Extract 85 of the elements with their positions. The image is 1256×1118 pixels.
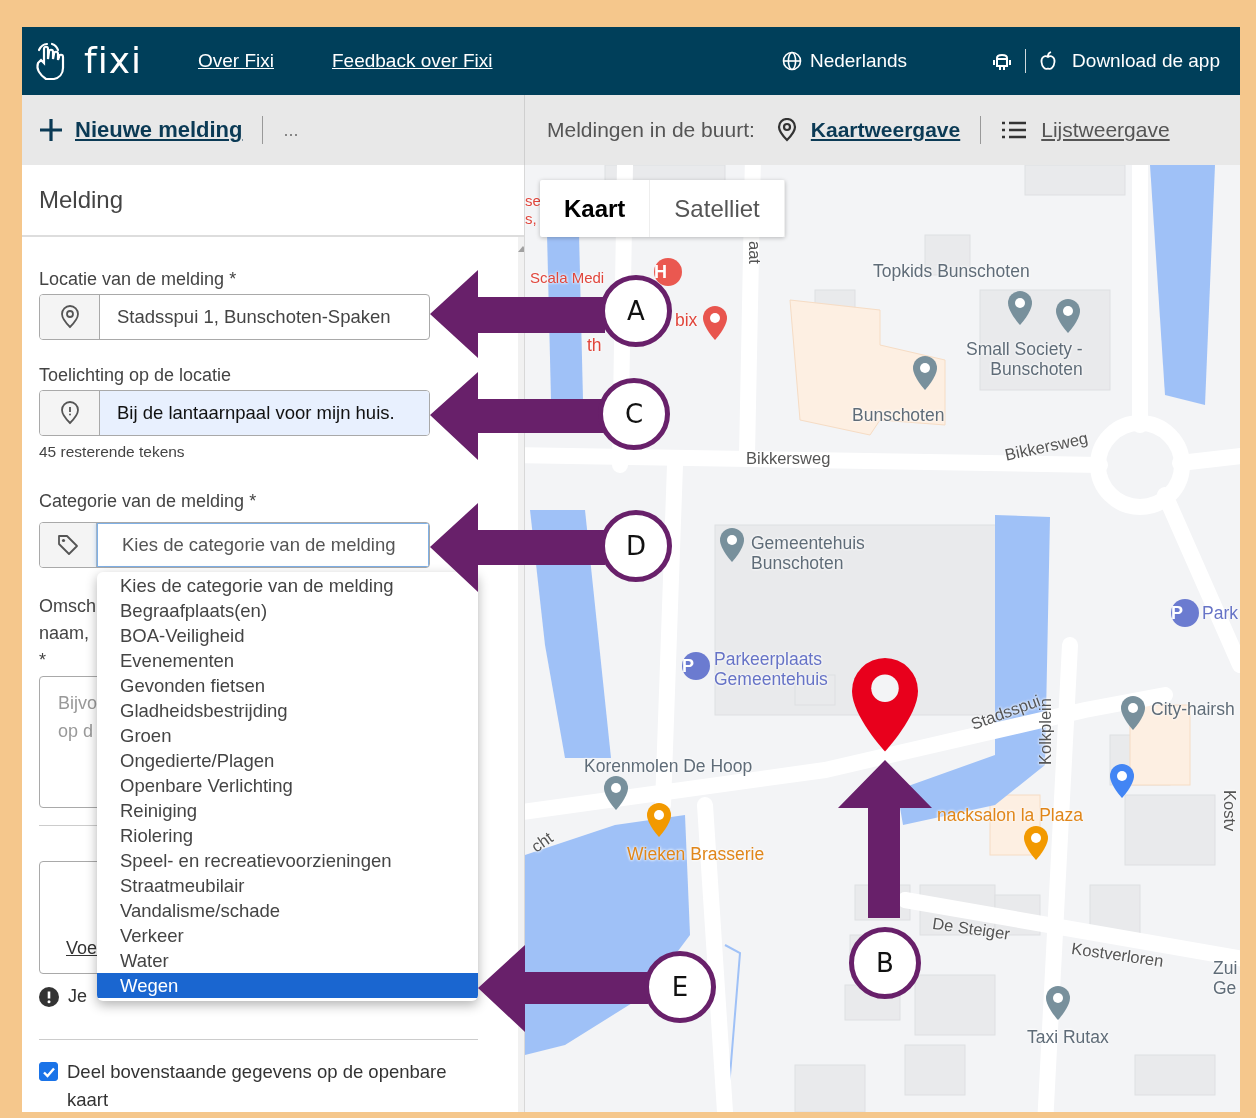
map-pin-icon[interactable]	[604, 776, 628, 810]
place-label: Small Society - Bunschoten	[966, 339, 1083, 379]
dropdown-option[interactable]: Gladheidsbestrijding	[97, 698, 294, 723]
field-label: Locatie van de melding *	[39, 268, 238, 290]
map-marker[interactable]: P	[682, 652, 710, 680]
add-file-link[interactable]: Voe	[66, 938, 98, 959]
view-link[interactable]: Lijstweergave	[1001, 118, 1170, 142]
place-label: Taxi Rutax	[1027, 1027, 1109, 1047]
dropdown-option[interactable]: Evenementen	[97, 648, 241, 673]
dropdown-option[interactable]: Speel- en recreatievoorzieningen	[97, 848, 398, 873]
map-pin-icon[interactable]	[1056, 299, 1080, 333]
map-pin-icon[interactable]	[1046, 986, 1070, 1020]
nearby-label: Meldingen in de buurt:	[547, 118, 755, 142]
place-label: se	[525, 191, 541, 211]
place-label: Gemeentehuis Bunschoten	[751, 533, 865, 573]
warning-text: Je	[68, 986, 87, 1007]
street-label: Bikkersweg	[746, 448, 831, 468]
map-type-tab[interactable]: Kaart	[540, 180, 651, 237]
street-label: Bikkersweg	[1003, 427, 1090, 465]
map-pin-icon[interactable]	[720, 528, 744, 562]
category-select[interactable]: Kies de categorie van de melding	[97, 523, 429, 567]
new-report-link[interactable]: Nieuwe melding	[39, 117, 243, 143]
map-pin-icon[interactable]	[1024, 826, 1048, 860]
view-link[interactable]: Kaartweergave	[776, 118, 961, 142]
street-label: aat	[745, 241, 765, 264]
map-pin-icon[interactable]	[1008, 291, 1032, 325]
map-pin-icon[interactable]	[913, 356, 937, 390]
dropdown-option[interactable]: Reiniging	[97, 798, 204, 823]
place-label: bix	[675, 310, 698, 330]
nav-link[interactable]: Over Fixi	[198, 50, 274, 72]
list-icon	[1001, 120, 1028, 140]
language-selector[interactable]: Nederlands	[781, 50, 908, 72]
street-label: De Steiger	[931, 913, 1012, 944]
location-marker-icon	[852, 658, 918, 752]
apple-icon[interactable]	[1040, 51, 1057, 71]
dropdown-option[interactable]: Water	[97, 948, 175, 973]
place-label: nacksalon la Plaza	[937, 805, 1083, 825]
place-label: Bunschoten	[852, 405, 945, 425]
plus-icon	[39, 118, 63, 142]
dropdown-option[interactable]: Ongedierte/Plagen	[97, 748, 281, 773]
field-label: Omsch naam, *	[39, 595, 96, 672]
map-pin-icon[interactable]	[1110, 764, 1134, 798]
dropdown-option[interactable]: Riolering	[97, 823, 199, 848]
dropdown-option[interactable]: BOA-Veiligheid	[97, 623, 251, 648]
place-label: Wieken Brasserie	[627, 844, 765, 864]
map-type-tab[interactable]: Satelliet	[650, 180, 785, 237]
street-label: Kostv	[1220, 790, 1240, 832]
map-marker[interactable]: P	[1171, 599, 1199, 627]
place-label: Zui Ge	[1213, 958, 1238, 998]
place-label: s,	[525, 209, 537, 229]
dropdown-option[interactable]: Kies de categorie van de melding	[97, 573, 400, 598]
alert-icon	[39, 986, 59, 1007]
character-counter: 45 resterende tekens	[39, 443, 186, 461]
map-pin-icon[interactable]	[1121, 696, 1145, 730]
place-label: Parkeerplaats Gemeentehuis	[714, 649, 828, 689]
share-checkbox[interactable]	[39, 1062, 58, 1081]
place-label: Korenmolen De Hoop	[584, 756, 753, 776]
logo-text: fixi	[84, 43, 142, 79]
dropdown-option[interactable]: Begraafplaats(en)	[97, 598, 274, 623]
dropdown-option[interactable]: Vandalisme/schade	[97, 898, 287, 923]
street-label: Kostverloren	[1070, 938, 1165, 971]
field-label: Toelichting op de locatie	[39, 364, 233, 386]
place-label: City-hairsh	[1151, 699, 1235, 719]
dropdown-option[interactable]: Verkeer	[97, 923, 190, 948]
dropdown-option[interactable]: Groen	[97, 723, 178, 748]
dropdown-option[interactable]: Gevonden fietsen	[97, 673, 272, 698]
map-pin-icon[interactable]	[703, 306, 727, 340]
place-label: th	[587, 335, 602, 355]
place-label: Topkids Bunschoten	[873, 261, 1030, 281]
globe-icon	[781, 51, 802, 71]
dropdown-option[interactable]: Openbare Verlichting	[97, 773, 299, 798]
android-icon[interactable]	[993, 51, 1012, 71]
more-menu[interactable]: ...	[283, 119, 299, 141]
download-link[interactable]: Download de app	[1072, 50, 1220, 72]
dropdown-option[interactable]: Straatmeubilair	[97, 873, 251, 898]
map-pin-icon	[776, 118, 797, 142]
checkbox-label: Deel bovenstaande gegevens op de openbare kaart	[67, 1060, 448, 1112]
map-pin-icon[interactable]	[647, 803, 671, 837]
panel-title: Melding	[22, 165, 524, 237]
street-label: cht	[527, 827, 557, 857]
place-label: Park	[1202, 603, 1238, 623]
tag-icon	[57, 534, 79, 556]
field-label: Categorie van de melding *	[39, 490, 258, 512]
dropdown-option[interactable]: Wegen	[97, 973, 478, 998]
nav-link[interactable]: Feedback over Fixi	[332, 50, 493, 72]
